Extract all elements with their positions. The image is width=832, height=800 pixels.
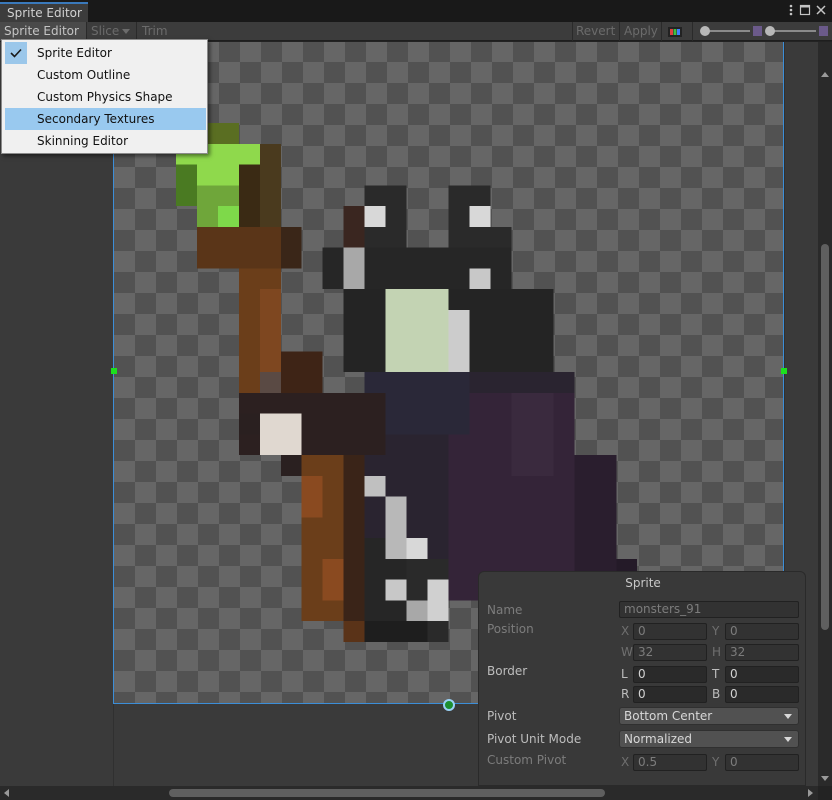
menu-item-label: Secondary Textures xyxy=(37,112,155,126)
name-label: Name xyxy=(487,603,523,617)
checkmark-icon xyxy=(5,42,27,64)
close-icon[interactable] xyxy=(814,3,828,17)
pivot-label: Pivot xyxy=(487,709,517,723)
border-left-field[interactable]: 0 xyxy=(633,666,707,683)
chevron-down-icon xyxy=(784,737,792,742)
custom-pivot-y-field[interactable]: 0 xyxy=(725,754,799,771)
window-tab[interactable]: Sprite Editor xyxy=(0,2,88,22)
window-title: Sprite Editor xyxy=(7,6,82,20)
custom-pivot-label: Custom Pivot xyxy=(487,753,567,767)
panel-title: Sprite xyxy=(625,576,661,590)
menu-item-secondary-textures[interactable]: Secondary Textures xyxy=(5,108,206,130)
border-top-field[interactable]: 0 xyxy=(725,666,799,683)
pivot-handle[interactable] xyxy=(443,699,455,711)
sprite-left-handle[interactable] xyxy=(111,368,117,374)
sprite-right-handle[interactable] xyxy=(781,368,787,374)
custom-pivot-x-label: X xyxy=(621,755,630,769)
menu-item-label: Skinning Editor xyxy=(37,134,128,148)
apply-button[interactable]: Apply xyxy=(620,22,662,41)
vertical-scrollbar[interactable] xyxy=(818,42,832,786)
position-x-field[interactable]: 0 xyxy=(633,623,707,640)
zoom-sliders[interactable] xyxy=(698,24,830,39)
pivot-unit-mode-value: Normalized xyxy=(624,732,693,746)
custom-pivot-y-label: Y xyxy=(712,755,720,769)
menu-item-label: Sprite Editor xyxy=(37,46,112,60)
revert-button[interactable]: Revert xyxy=(572,22,619,41)
pivot-unit-mode-label: Pivot Unit Mode xyxy=(487,732,582,746)
editor-mode-menu: Sprite Editor Custom Outline Custom Phys… xyxy=(1,39,208,154)
menu-item-skinning-editor[interactable]: Skinning Editor xyxy=(5,130,206,152)
t-label: T xyxy=(712,667,720,681)
scroll-down-arrow-icon[interactable] xyxy=(821,776,829,782)
name-field[interactable]: monsters_91 xyxy=(619,601,799,618)
chevron-down-icon xyxy=(122,29,131,34)
position-label: Position xyxy=(487,622,534,636)
revert-label: Revert xyxy=(576,24,616,38)
h-label: H xyxy=(712,645,722,659)
slice-label: Slice xyxy=(91,24,120,38)
scroll-right-arrow-icon[interactable] xyxy=(808,789,814,797)
position-y-field[interactable]: 0 xyxy=(725,623,799,640)
height-field[interactable]: 32 xyxy=(725,644,799,661)
maximize-icon[interactable] xyxy=(798,3,812,17)
sprite-properties-panel: Sprite Name monsters_91 Position X 0 Y 0… xyxy=(478,571,806,786)
apply-label: Apply xyxy=(624,24,658,38)
border-bottom-field[interactable]: 0 xyxy=(725,686,799,703)
color-channels-icon[interactable] xyxy=(668,26,682,40)
trim-label: Trim xyxy=(142,24,168,38)
kebab-icon[interactable] xyxy=(784,3,798,17)
b-label: B xyxy=(712,687,721,701)
horizontal-scroll-thumb[interactable] xyxy=(169,789,605,797)
pivot-dropdown[interactable]: Bottom Center xyxy=(619,707,799,725)
l-label: L xyxy=(621,667,628,681)
border-right-field[interactable]: 0 xyxy=(633,686,707,703)
menu-item-custom-physics-shape[interactable]: Custom Physics Shape xyxy=(5,86,206,108)
w-label: W xyxy=(621,645,633,659)
menu-item-custom-outline[interactable]: Custom Outline xyxy=(5,64,206,86)
x-label: X xyxy=(621,624,630,638)
title-bar: Sprite Editor xyxy=(0,0,832,22)
editor-mode-label: Sprite Editor xyxy=(4,24,79,38)
scroll-up-arrow-icon[interactable] xyxy=(821,72,829,78)
vertical-scroll-thumb[interactable] xyxy=(821,244,829,630)
r-label: R xyxy=(621,687,630,701)
pivot-value: Bottom Center xyxy=(624,709,713,723)
menu-item-label: Custom Outline xyxy=(37,68,131,82)
chevron-down-icon xyxy=(784,714,792,719)
menu-item-label: Custom Physics Shape xyxy=(37,90,173,104)
y-label: Y xyxy=(712,624,720,638)
border-label: Border xyxy=(487,664,528,678)
menu-item-sprite-editor[interactable]: Sprite Editor xyxy=(5,42,206,64)
custom-pivot-x-field[interactable]: 0.5 xyxy=(633,754,707,771)
scroll-left-arrow-icon[interactable] xyxy=(4,789,10,797)
pivot-unit-mode-dropdown[interactable]: Normalized xyxy=(619,730,799,748)
width-field[interactable]: 32 xyxy=(633,644,707,661)
horizontal-scrollbar[interactable] xyxy=(0,786,818,800)
